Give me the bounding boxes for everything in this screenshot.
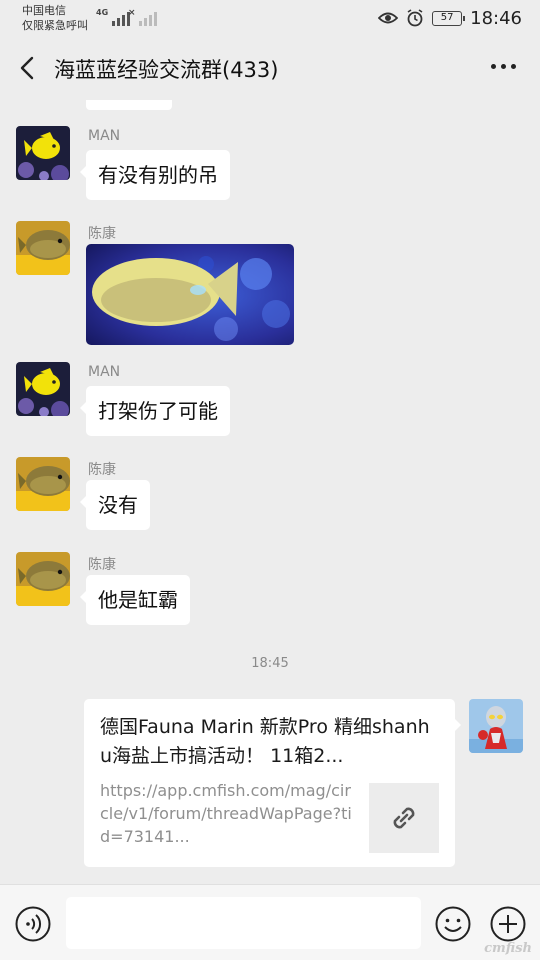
sender-name: 陈康 bbox=[88, 557, 116, 573]
message-bubble[interactable]: 有没有别的吊 bbox=[80, 150, 230, 200]
message-bubble[interactable]: 没有 bbox=[80, 480, 150, 530]
avatar[interactable] bbox=[16, 221, 70, 275]
avatar[interactable] bbox=[16, 126, 70, 180]
emoji-button[interactable] bbox=[434, 905, 472, 943]
message-list[interactable]: MAN 有没有别的吊 陈康 MAN 打架伤了可能 陈康 没有 陈康 他是缸霸 1… bbox=[0, 100, 540, 884]
status-time: 18:46 bbox=[470, 7, 522, 29]
sender-name: 陈康 bbox=[88, 226, 116, 242]
avatar[interactable] bbox=[16, 362, 70, 416]
alarm-clock-icon bbox=[406, 9, 424, 27]
signal-strength-icon: 4G bbox=[96, 8, 131, 26]
link-icon bbox=[393, 807, 415, 829]
message-bubble[interactable]: 打架伤了可能 bbox=[80, 386, 230, 436]
sim2-no-signal-icon: × bbox=[128, 8, 157, 26]
battery-icon: 57 bbox=[432, 10, 466, 26]
message-input[interactable] bbox=[66, 897, 421, 949]
eye-icon bbox=[378, 11, 399, 25]
watermark: cmfish bbox=[484, 941, 532, 956]
link-url: https://app.cmfish.com/mag/circle/v1/for… bbox=[100, 781, 352, 846]
partial-message-bubble bbox=[86, 100, 172, 110]
link-card-message[interactable]: 德国Fauna Marin 新款Pro 精细shanhu海盐上市搞活动！ 11箱… bbox=[84, 699, 461, 867]
emergency-only-label: 仅限紧急呼叫 bbox=[22, 19, 88, 32]
chevron-left-icon bbox=[20, 56, 34, 80]
voice-icon bbox=[15, 906, 51, 942]
network-type: 4G bbox=[96, 8, 109, 17]
link-title: 德国Fauna Marin 新款Pro 精细shanhu海盐上市搞活动！ 11箱… bbox=[100, 716, 430, 767]
image-message[interactable] bbox=[86, 244, 294, 345]
voice-input-button[interactable] bbox=[14, 905, 52, 943]
back-button[interactable] bbox=[14, 54, 42, 82]
plus-icon bbox=[490, 906, 526, 942]
link-thumbnail bbox=[369, 783, 439, 853]
chat-input-bar: cmfish bbox=[0, 884, 540, 960]
sender-name: MAN bbox=[88, 128, 121, 144]
more-functions-button[interactable] bbox=[489, 905, 527, 943]
sender-name: 陈康 bbox=[88, 462, 116, 478]
chat-title: 海蓝蓝经验交流群(433) bbox=[54, 58, 279, 82]
avatar[interactable] bbox=[16, 457, 70, 511]
message-bubble[interactable]: 他是缸霸 bbox=[80, 575, 190, 625]
avatar[interactable] bbox=[16, 552, 70, 606]
more-dots-icon bbox=[491, 64, 496, 69]
status-bar: 中国电信 仅限紧急呼叫 4G × 57 18:46 bbox=[0, 0, 540, 36]
sender-name: MAN bbox=[88, 364, 121, 380]
chat-header: 海蓝蓝经验交流群(433) bbox=[0, 36, 540, 100]
self-avatar[interactable] bbox=[469, 699, 523, 753]
emoji-icon bbox=[435, 906, 471, 942]
carrier-name: 中国电信 bbox=[22, 4, 66, 17]
carrier-info: 中国电信 仅限紧急呼叫 bbox=[22, 3, 88, 33]
message-timestamp: 18:45 bbox=[251, 656, 289, 671]
more-options-button[interactable] bbox=[491, 64, 516, 69]
